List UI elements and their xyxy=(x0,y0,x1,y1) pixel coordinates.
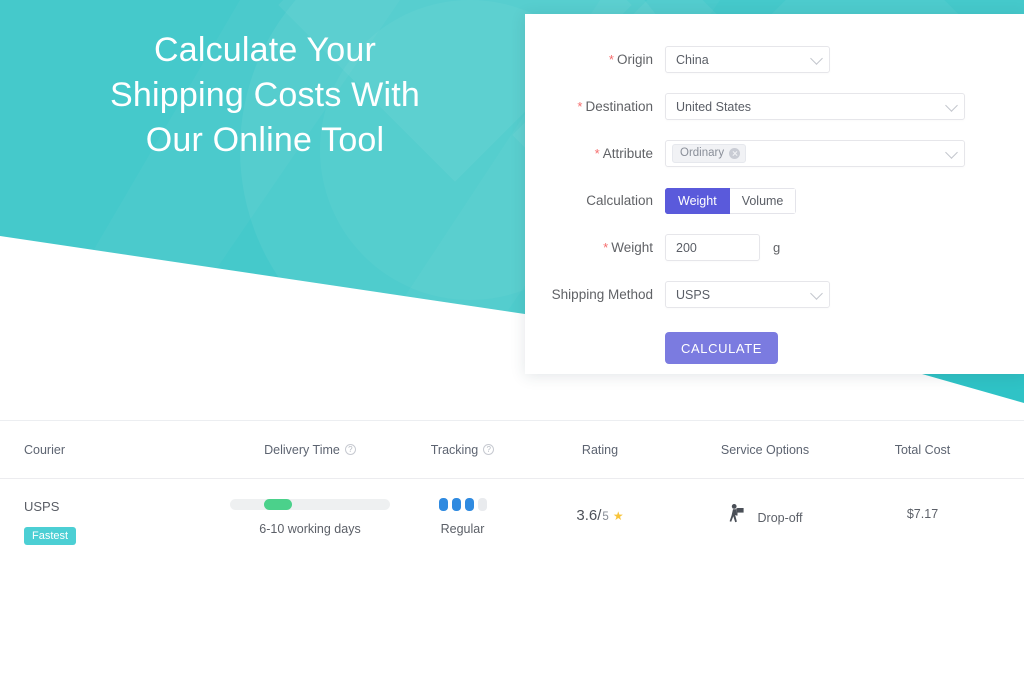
help-icon[interactable]: ? xyxy=(483,444,495,455)
tracking-value: Regular xyxy=(440,522,485,536)
tracking-dot-filled xyxy=(464,498,474,511)
rating-max: 5 xyxy=(602,511,609,523)
shipping-calculator-page: Calculate Your Shipping Costs With Our O… xyxy=(0,0,1024,683)
column-header-rating: Rating xyxy=(581,442,619,457)
form-row-destination: * Destination United States xyxy=(525,83,1024,130)
destination-label: * Destination xyxy=(577,99,653,114)
form-row-attribute: * Attribute Ordinary xyxy=(525,130,1024,177)
delivery-progress-fill xyxy=(264,499,292,510)
delivery-progress-bar xyxy=(230,499,390,510)
destination-value: United States xyxy=(676,99,752,114)
calculation-mode-toggle[interactable]: Weight Volume xyxy=(665,187,797,214)
calculate-button[interactable]: CALCULATE xyxy=(665,332,779,364)
attribute-tag-ordinary[interactable]: Ordinary xyxy=(672,144,747,163)
star-icon: ★ xyxy=(612,509,624,523)
form-row-origin: * Origin China xyxy=(525,36,1024,83)
column-header-total-cost: Total Cost xyxy=(894,442,951,457)
table-row[interactable]: USPS Fastest 6-10 working days Regular 3… xyxy=(0,479,1024,567)
shipping-calculator-form: * Origin China * Destination United States xyxy=(525,14,1024,374)
attribute-label: * Attribute xyxy=(594,146,653,161)
origin-select[interactable]: China xyxy=(665,46,830,73)
chevron-down-icon xyxy=(810,51,823,65)
form-row-calculation: Calculation Weight Volume xyxy=(525,177,1024,224)
tracking-dot-filled xyxy=(438,498,448,511)
calculation-label: Calculation xyxy=(586,193,653,208)
column-header-delivery-time: Delivery Time ? xyxy=(210,443,410,457)
cell-courier: USPS Fastest xyxy=(0,499,210,545)
cell-tracking: Regular xyxy=(410,498,515,536)
rating-value: 3.6/ 5 ★ xyxy=(576,507,623,524)
destination-select[interactable]: United States xyxy=(665,93,965,120)
origin-required-marker: * xyxy=(608,52,614,67)
cell-rating: 3.6/ 5 ★ xyxy=(515,499,685,524)
attribute-tag-label: Ordinary xyxy=(680,146,725,159)
form-actions: CALCULATE xyxy=(525,332,1024,364)
cell-total-cost: $7.17 xyxy=(845,499,1000,521)
rating-score: 3.6/ xyxy=(576,507,602,524)
attribute-required-marker: * xyxy=(594,146,600,161)
shipping-method-value: USPS xyxy=(676,287,711,302)
shipping-method-select[interactable]: USPS xyxy=(665,281,830,308)
origin-value: China xyxy=(676,52,709,67)
chevron-down-icon xyxy=(945,98,958,112)
calculation-option-weight[interactable]: Weight xyxy=(665,187,730,214)
column-header-tracking: Tracking ? xyxy=(410,443,515,457)
delivery-time-value: 6-10 working days xyxy=(259,522,361,536)
status-badge: Fastest xyxy=(24,527,77,545)
tracking-level-indicator xyxy=(438,498,487,511)
table-header-row: Courier Delivery Time ? Tracking ? Ratin… xyxy=(0,421,1024,479)
column-header-courier: Courier xyxy=(24,442,65,457)
help-icon[interactable]: ? xyxy=(344,444,356,455)
cell-delivery-time: 6-10 working days xyxy=(210,499,410,536)
chevron-down-icon xyxy=(945,145,958,159)
results-section: Courier Delivery Time ? Tracking ? Ratin… xyxy=(0,420,1024,567)
close-icon[interactable] xyxy=(729,148,741,159)
weight-label: * Weight xyxy=(603,240,653,255)
courier-name: USPS xyxy=(24,499,60,514)
destination-required-marker: * xyxy=(577,99,583,114)
tracking-dot-empty xyxy=(477,498,487,511)
cell-service-options: Drop-off xyxy=(685,499,845,532)
weight-required-marker: * xyxy=(603,240,609,255)
total-cost-value: $7.17 xyxy=(906,507,939,521)
weight-input[interactable] xyxy=(665,234,760,261)
shipping-method-label: Shipping Method xyxy=(551,287,653,302)
page-title: Calculate Your Shipping Costs With Our O… xyxy=(110,31,420,159)
service-option-label: Drop-off xyxy=(757,510,803,525)
results-table: Courier Delivery Time ? Tracking ? Ratin… xyxy=(0,421,1024,567)
column-header-service-options: Service Options xyxy=(720,442,810,457)
drop-off-icon xyxy=(728,503,748,532)
weight-unit: g xyxy=(773,240,781,255)
calculation-option-volume[interactable]: Volume xyxy=(729,187,797,214)
tracking-dot-filled xyxy=(451,498,461,511)
chevron-down-icon xyxy=(810,286,823,300)
form-row-weight: *Weight g xyxy=(525,224,1024,271)
origin-label: * Origin xyxy=(608,52,653,67)
attribute-multiselect[interactable]: Ordinary xyxy=(665,140,965,167)
form-row-shipping-method: Shipping Method USPS xyxy=(525,271,1024,318)
